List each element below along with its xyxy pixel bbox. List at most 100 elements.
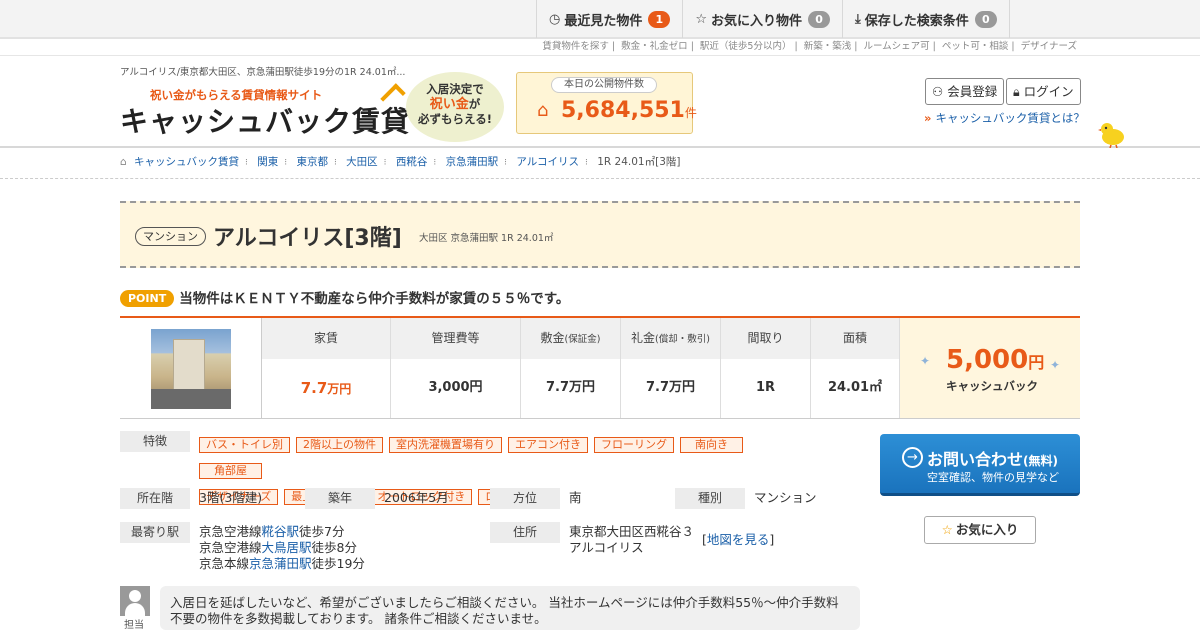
- cloud-line2b: が: [468, 97, 481, 111]
- station-label: 最寄り駅: [120, 522, 190, 543]
- map-link-wrapper: [地図を見る]: [702, 532, 775, 547]
- spec-table: 家賃 7.7万円 管理費等 3,000円 敷金(保証金) 7.7万円 礼金(償却…: [120, 316, 1080, 419]
- about-link-label: キャッシュバック賃貸とは？: [935, 111, 1085, 125]
- listing-count-value: 5,684,551: [561, 98, 685, 123]
- key-money-subheader: (償却・敷引): [655, 334, 710, 345]
- management-fee-value: 3,000円: [428, 380, 483, 395]
- deposit-value: 7.7万円: [545, 380, 596, 395]
- site-logo[interactable]: 祝い金がもらえる賃貸情報サイト キャッシュバック賃貸: [120, 83, 410, 138]
- property-photo[interactable]: [150, 328, 231, 409]
- area-header: 面積: [811, 318, 899, 359]
- breadcrumb-link[interactable]: アルコイリス: [516, 156, 579, 168]
- house-icon: ⌂: [537, 100, 549, 121]
- deposit-column: 敷金(保証金) 7.7万円: [521, 318, 621, 418]
- breadcrumb: ⌂ キャッシュバック賃貸 ⁝ 関東 ⁝ 東京都 ⁝ 大田区 ⁝ 西糀谷 ⁝ 京急蒲田駅 ⁝ …: [0, 148, 1200, 179]
- layout-value: 1R: [755, 380, 776, 395]
- favorites-tab[interactable]: ☆ お気に入り物件 0: [682, 0, 842, 38]
- station-link[interactable]: 糀谷駅: [262, 524, 300, 539]
- key-money-column: 礼金(償却・敷引) 7.7万円: [621, 318, 721, 418]
- register-button[interactable]: ⚇ 会員登録: [925, 78, 1005, 105]
- staff-avatar: [120, 586, 150, 616]
- quick-link[interactable]: 新築・築浅: [804, 41, 852, 52]
- built-year-label: 築年: [305, 488, 375, 509]
- about-link[interactable]: » キャッシュバック賃貸とは？: [924, 110, 1085, 126]
- saved-search-tab[interactable]: ⤓ 保存した検索条件 0: [842, 0, 1010, 38]
- station-list: 京急空港線糀谷駅徒歩7分 京急空港線大鳥居駅徒歩8分 京急本線京急蒲田駅徒歩19…: [199, 524, 365, 572]
- quick-link[interactable]: デザイナーズ: [1021, 41, 1077, 52]
- add-favorite-label: お気に入り: [955, 522, 1019, 537]
- kind-label: 種別: [675, 488, 745, 509]
- layout-column: 間取り 1R: [721, 318, 811, 418]
- point-banner: POINT 当物件はＫＥＮＴＹ不動産なら仲介手数料が家賃の５５％です。: [120, 287, 569, 307]
- station-item: 京急空港線大鳥居駅徒歩8分: [199, 540, 357, 555]
- home-icon: ⌂: [120, 156, 127, 168]
- point-label: POINT: [120, 290, 175, 307]
- address-line1: 東京都大田区西糀谷３: [569, 524, 695, 539]
- listing-count-label: 本日の公開物件数: [551, 77, 657, 93]
- register-label: 会員登録: [947, 84, 998, 99]
- management-fee-header: 管理費等: [391, 318, 520, 359]
- favorites-label: お気に入り物件: [711, 13, 803, 29]
- double-chevron-icon: »: [924, 111, 932, 125]
- staff-label: 担当: [124, 620, 144, 631]
- cashback-label: キャッシュバック: [946, 379, 1038, 393]
- quick-link[interactable]: ペット可・相談: [942, 41, 1009, 52]
- login-label: ログイン: [1023, 84, 1074, 99]
- point-text: 当物件はＫＥＮＴＹ不動産なら仲介手数料が家賃の５５％です。: [179, 291, 570, 307]
- lock-icon: 🔒︎: [1013, 84, 1020, 99]
- feature-tag: 2階以上の物件: [296, 437, 383, 453]
- property-title-box: マンション アルコイリス[3階] 大田区 京急蒲田駅 1R 24.01㎡: [120, 201, 1080, 268]
- login-button[interactable]: 🔒︎ ログイン: [1006, 78, 1081, 105]
- bird-mascot-icon: [1098, 123, 1124, 148]
- kind-value: マンション: [754, 490, 817, 505]
- inquiry-button[interactable]: → お問い合わせ(無料) 空室確認、物件の見学など: [880, 434, 1080, 496]
- breadcrumb-link[interactable]: 京急蒲田駅: [446, 156, 499, 168]
- property-subtitle: 大田区 京急蒲田駅 1R 24.01㎡: [419, 233, 554, 244]
- property-name: アルコイリス[3階]: [213, 226, 402, 251]
- direction-label: 方位: [490, 488, 560, 509]
- cashback-unit: 円: [1028, 353, 1045, 372]
- management-fee-column: 管理費等 3,000円: [391, 318, 521, 418]
- direction-value: 南: [569, 490, 582, 505]
- property-photo-cell: [120, 318, 262, 419]
- station-item: 京急本線京急蒲田駅徒歩19分: [199, 556, 365, 571]
- rent-column: 家賃 7.7万円: [262, 318, 391, 418]
- deposit-header: 敷金: [540, 331, 565, 345]
- quick-link[interactable]: 賃貸物件を探す: [542, 41, 609, 52]
- station-link[interactable]: 京急蒲田駅: [249, 556, 312, 571]
- rent-value: 7.7: [300, 379, 328, 397]
- quick-link[interactable]: ルームシェア可: [863, 41, 929, 52]
- breadcrumb-link[interactable]: 大田区: [346, 156, 378, 168]
- features-label: 特徴: [120, 431, 190, 452]
- breadcrumb-link[interactable]: 西糀谷: [396, 156, 428, 168]
- cloud-line3: 必ずもらえる!: [418, 112, 492, 126]
- recent-viewed-label: 最近見た物件: [564, 13, 643, 29]
- top-bar: ◷ 最近見た物件 1 ☆ お気に入り物件 0 ⤓ 保存した検索条件 0: [0, 0, 1200, 39]
- quick-link[interactable]: 敷金・礼金ゼロ: [621, 41, 688, 52]
- cashback-amount: 5,000: [946, 345, 1029, 375]
- breadcrumb-link[interactable]: 東京都: [296, 156, 328, 168]
- floor-label: 所在階: [120, 488, 190, 509]
- quick-link[interactable]: 駅近（徒歩5分以内）: [700, 41, 792, 52]
- area-column: 面積 24.01㎡: [811, 318, 900, 418]
- floor-value: 3階(3階建): [199, 490, 263, 505]
- station-item: 京急空港線糀谷駅徒歩7分: [199, 524, 345, 539]
- breadcrumb-link[interactable]: キャッシュバック賃貸: [134, 156, 239, 168]
- feature-tag: バス・トイレ別: [199, 437, 290, 453]
- feature-tag: フローリング: [594, 437, 674, 453]
- area-value: 24.01㎡: [827, 380, 883, 395]
- station-link[interactable]: 大鳥居駅: [262, 540, 312, 555]
- staff-message: 入居日を延ばしたいなど、希望がございましたらご相談ください。 当社ホームページに…: [160, 586, 860, 630]
- map-link[interactable]: 地図を見る: [707, 532, 770, 547]
- download-icon: ⤓: [855, 11, 861, 27]
- inquiry-free-label: (無料): [1023, 454, 1058, 468]
- recent-viewed-tab[interactable]: ◷ 最近見た物件 1: [536, 0, 682, 38]
- add-favorite-button[interactable]: ☆ お気に入り: [924, 516, 1036, 544]
- key-money-header: 礼金: [631, 331, 656, 345]
- breadcrumb-link[interactable]: 関東: [257, 156, 278, 168]
- star-icon: ☆: [941, 522, 953, 537]
- recent-count-badge: 1: [648, 10, 671, 28]
- built-year-value: 2006年5月: [384, 490, 449, 505]
- saved-count-badge: 0: [974, 10, 997, 28]
- breadcrumb-current: 1R 24.01㎡[3階]: [597, 156, 681, 168]
